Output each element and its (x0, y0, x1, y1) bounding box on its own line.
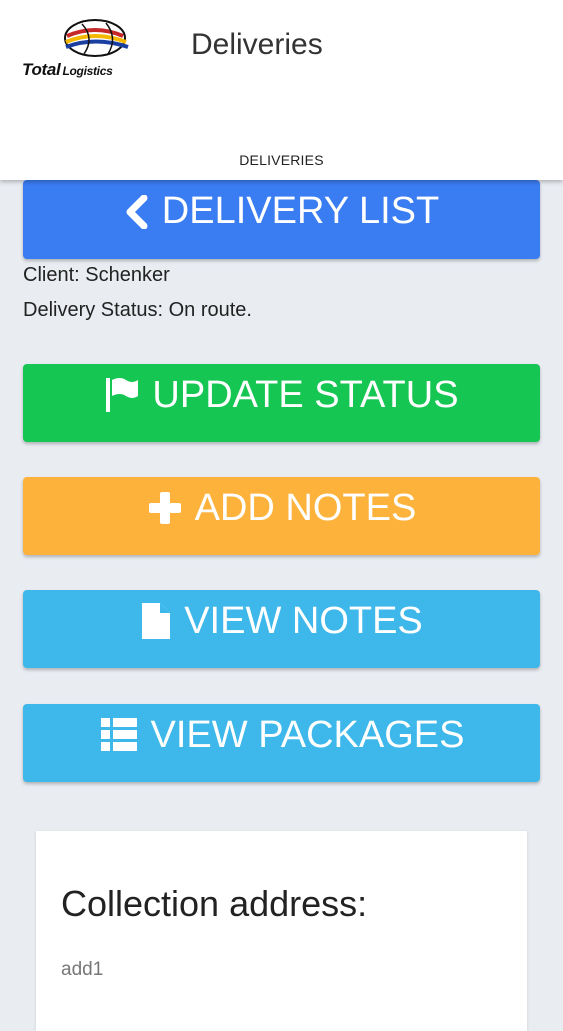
update-status-button[interactable]: UPDATE STATUS (23, 364, 540, 442)
app-header: Total Logistics Deliveries DELIVERIES (0, 0, 563, 180)
total-logistics-logo: Total Logistics (22, 16, 168, 82)
flag-icon (104, 376, 140, 414)
file-icon (140, 601, 172, 641)
view-packages-label: VIEW PACKAGES (150, 713, 465, 756)
delivery-list-button[interactable]: DELIVERY LIST (23, 180, 540, 259)
client-info: Client: Schenker (23, 264, 170, 286)
view-notes-button[interactable]: VIEW NOTES (23, 590, 540, 668)
logo-text: Total Logistics (22, 60, 113, 79)
add-notes-label: ADD NOTES (194, 486, 417, 529)
add-notes-button[interactable]: ADD NOTES (23, 477, 540, 555)
update-status-label: UPDATE STATUS (152, 373, 459, 416)
main-content: DELIVERY LIST Client: Schenker Delivery … (0, 180, 563, 1031)
view-packages-button[interactable]: VIEW PACKAGES (23, 704, 540, 782)
page-title: Deliveries (191, 28, 323, 61)
delivery-status-info: Delivery Status: On route. (23, 299, 252, 321)
plus-icon (147, 490, 183, 526)
view-notes-label: VIEW NOTES (184, 599, 423, 642)
collection-address-heading: Collection address: (61, 883, 368, 924)
delivery-list-label: DELIVERY LIST (161, 190, 440, 232)
list-icon (99, 716, 139, 754)
collection-address-card: Collection address: add1 (36, 831, 527, 1031)
tab-deliveries[interactable]: DELIVERIES (0, 152, 563, 168)
globe-logo-icon (64, 19, 129, 57)
collection-address-line1: add1 (61, 959, 104, 980)
chevron-left-icon (124, 194, 150, 229)
